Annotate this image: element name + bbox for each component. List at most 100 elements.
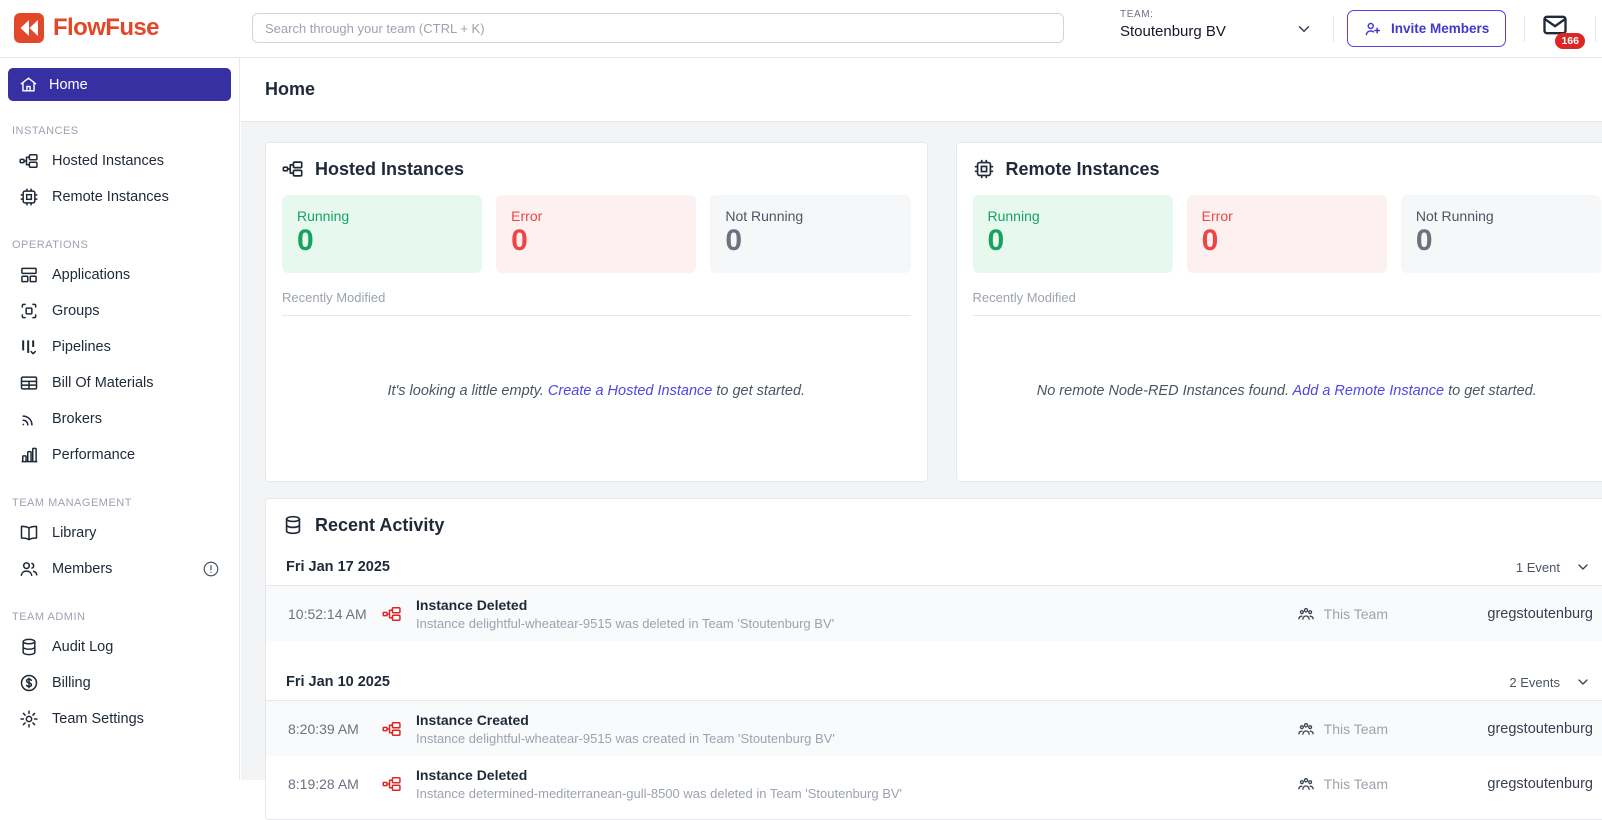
invite-members-button[interactable]: Invite Members (1347, 10, 1506, 47)
chip-icon (19, 187, 39, 207)
error-stat-tile: Error 0 (1187, 195, 1387, 273)
event-text: Instance Created Instance delightful-whe… (416, 712, 835, 746)
users-icon (19, 559, 39, 579)
not-running-stat-tile: Not Running 0 (710, 195, 910, 273)
event-scope-label: This Team (1324, 721, 1388, 737)
book-icon (19, 523, 39, 543)
stat-label: Running (297, 208, 467, 224)
stat-value: 0 (988, 224, 1158, 259)
divider (1595, 16, 1596, 42)
recent-activity-card: Recent Activity Fri Jan 17 2025 1 Event … (265, 498, 1602, 820)
divider (1333, 16, 1334, 42)
event-scope-label: This Team (1324, 776, 1388, 792)
table-icon (19, 373, 39, 393)
hosted-instances-card: Hosted Instances Running 0 Error 0 Not R… (265, 142, 928, 482)
database-icon (282, 514, 304, 536)
sidebar-item-label: Library (52, 525, 96, 541)
activity-event-row[interactable]: 8:19:28 AM Instance Deleted Instance det… (266, 756, 1602, 811)
stat-value: 0 (1416, 224, 1586, 259)
database-icon (19, 637, 39, 657)
team-selector[interactable]: TEAM: Stoutenburg BV (1120, 9, 1226, 40)
stat-label: Error (1202, 208, 1372, 224)
activity-group-toggle[interactable]: 2 Events (1509, 674, 1591, 690)
invite-members-label: Invite Members (1391, 21, 1489, 36)
stat-label: Error (511, 208, 681, 224)
signal-icon (19, 409, 39, 429)
sidebar-item-groups[interactable]: Groups (8, 293, 231, 329)
add-remote-instance-link[interactable]: Add a Remote Instance (1293, 383, 1445, 399)
create-hosted-instance-link[interactable]: Create a Hosted Instance (548, 383, 712, 399)
sidebar-item-bill-of-materials[interactable]: Bill Of Materials (8, 365, 231, 401)
activity-group-header: Fri Jan 10 2025 2 Events (266, 665, 1602, 701)
home-icon (19, 75, 38, 94)
stat-value: 0 (725, 224, 895, 259)
sidebar-item-hosted-instances[interactable]: Hosted Instances (8, 143, 231, 179)
stat-value: 0 (1202, 224, 1372, 259)
sidebar-item-label: Hosted Instances (52, 153, 164, 169)
event-scope-label: This Team (1324, 606, 1388, 622)
event-time: 8:19:28 AM (288, 776, 372, 792)
sidebar-item-label: Bill Of Materials (52, 375, 154, 391)
stat-label: Not Running (1416, 208, 1586, 224)
user-plus-icon (1364, 20, 1382, 38)
recently-modified-label: Recently Modified (282, 290, 911, 316)
sidebar-item-members[interactable]: Members (8, 551, 231, 587)
activity-group-header: Fri Jan 17 2025 1 Event (266, 550, 1602, 586)
hosted-empty-state: It's looking a little empty. Create a Ho… (282, 316, 911, 466)
activity-group: Fri Jan 17 2025 1 Event 10:52:14 AM (266, 550, 1602, 641)
sidebar: Home INSTANCES Hosted Instances Remote I… (0, 58, 240, 780)
sidebar-item-label: Members (52, 561, 112, 577)
flowfuse-logo-icon (14, 13, 44, 43)
alert-circle-icon (202, 560, 220, 578)
chip-icon (973, 158, 995, 180)
sidebar-item-home[interactable]: Home (8, 68, 231, 101)
sidebar-section-team-management: TEAM MANAGEMENT (8, 497, 231, 509)
applications-icon (19, 265, 39, 285)
sidebar-item-remote-instances[interactable]: Remote Instances (8, 179, 231, 215)
card-title: Recent Activity (315, 515, 444, 536)
sidebar-item-label: Home (49, 77, 88, 93)
instance-event-icon (382, 604, 402, 624)
event-text: Instance Deleted Instance determined-med… (416, 767, 902, 801)
team-icon (1297, 775, 1315, 793)
sidebar-item-label: Billing (52, 675, 91, 691)
sidebar-item-audit-log[interactable]: Audit Log (8, 629, 231, 665)
event-user: gregstoutenburg (1388, 776, 1593, 792)
sidebar-item-team-settings[interactable]: Team Settings (8, 701, 231, 737)
recently-modified-label: Recently Modified (973, 290, 1602, 316)
search-input[interactable] (252, 13, 1064, 43)
activity-event-row[interactable]: 10:52:14 AM Instance Deleted Instance de… (266, 586, 1602, 641)
sidebar-item-applications[interactable]: Applications (8, 257, 231, 293)
bar-chart-icon (19, 445, 39, 465)
event-title: Instance Deleted (416, 597, 834, 613)
gear-icon (19, 709, 39, 729)
sidebar-item-label: Remote Instances (52, 189, 169, 205)
event-title: Instance Created (416, 712, 835, 728)
activity-event-row[interactable]: 8:20:39 AM Instance Created Instance del… (266, 701, 1602, 756)
event-description: Instance delightful-wheatear-9515 was de… (416, 616, 834, 631)
sidebar-item-label: Audit Log (52, 639, 113, 655)
sidebar-item-performance[interactable]: Performance (8, 437, 231, 473)
activity-date: Fri Jan 10 2025 (286, 674, 390, 690)
event-count: 2 Events (1509, 675, 1560, 690)
running-stat-tile: Running 0 (973, 195, 1173, 273)
sidebar-item-pipelines[interactable]: Pipelines (8, 329, 231, 365)
top-bar: FlowFuse TEAM: Stoutenburg BV Invite Mem… (0, 0, 1602, 58)
activity-date: Fri Jan 17 2025 (286, 559, 390, 575)
sidebar-item-billing[interactable]: Billing (8, 665, 231, 701)
event-count: 1 Event (1516, 560, 1560, 575)
sidebar-item-brokers[interactable]: Brokers (8, 401, 231, 437)
notifications-button[interactable]: 166 (1541, 11, 1575, 45)
event-description: Instance determined-mediterranean-gull-8… (416, 786, 902, 801)
event-text: Instance Deleted Instance delightful-whe… (416, 597, 834, 631)
event-scope: This Team (1297, 720, 1388, 738)
activity-group-toggle[interactable]: 1 Event (1516, 559, 1591, 575)
chevron-down-icon (1575, 559, 1591, 575)
chevron-down-icon[interactable] (1295, 20, 1313, 43)
not-running-stat-tile: Not Running 0 (1401, 195, 1601, 273)
sidebar-item-label: Groups (52, 303, 100, 319)
flowfuse-logo[interactable]: FlowFuse (14, 13, 159, 43)
sidebar-item-library[interactable]: Library (8, 515, 231, 551)
remote-instances-card: Remote Instances Running 0 Error 0 Not R… (956, 142, 1602, 482)
stat-value: 0 (297, 224, 467, 259)
